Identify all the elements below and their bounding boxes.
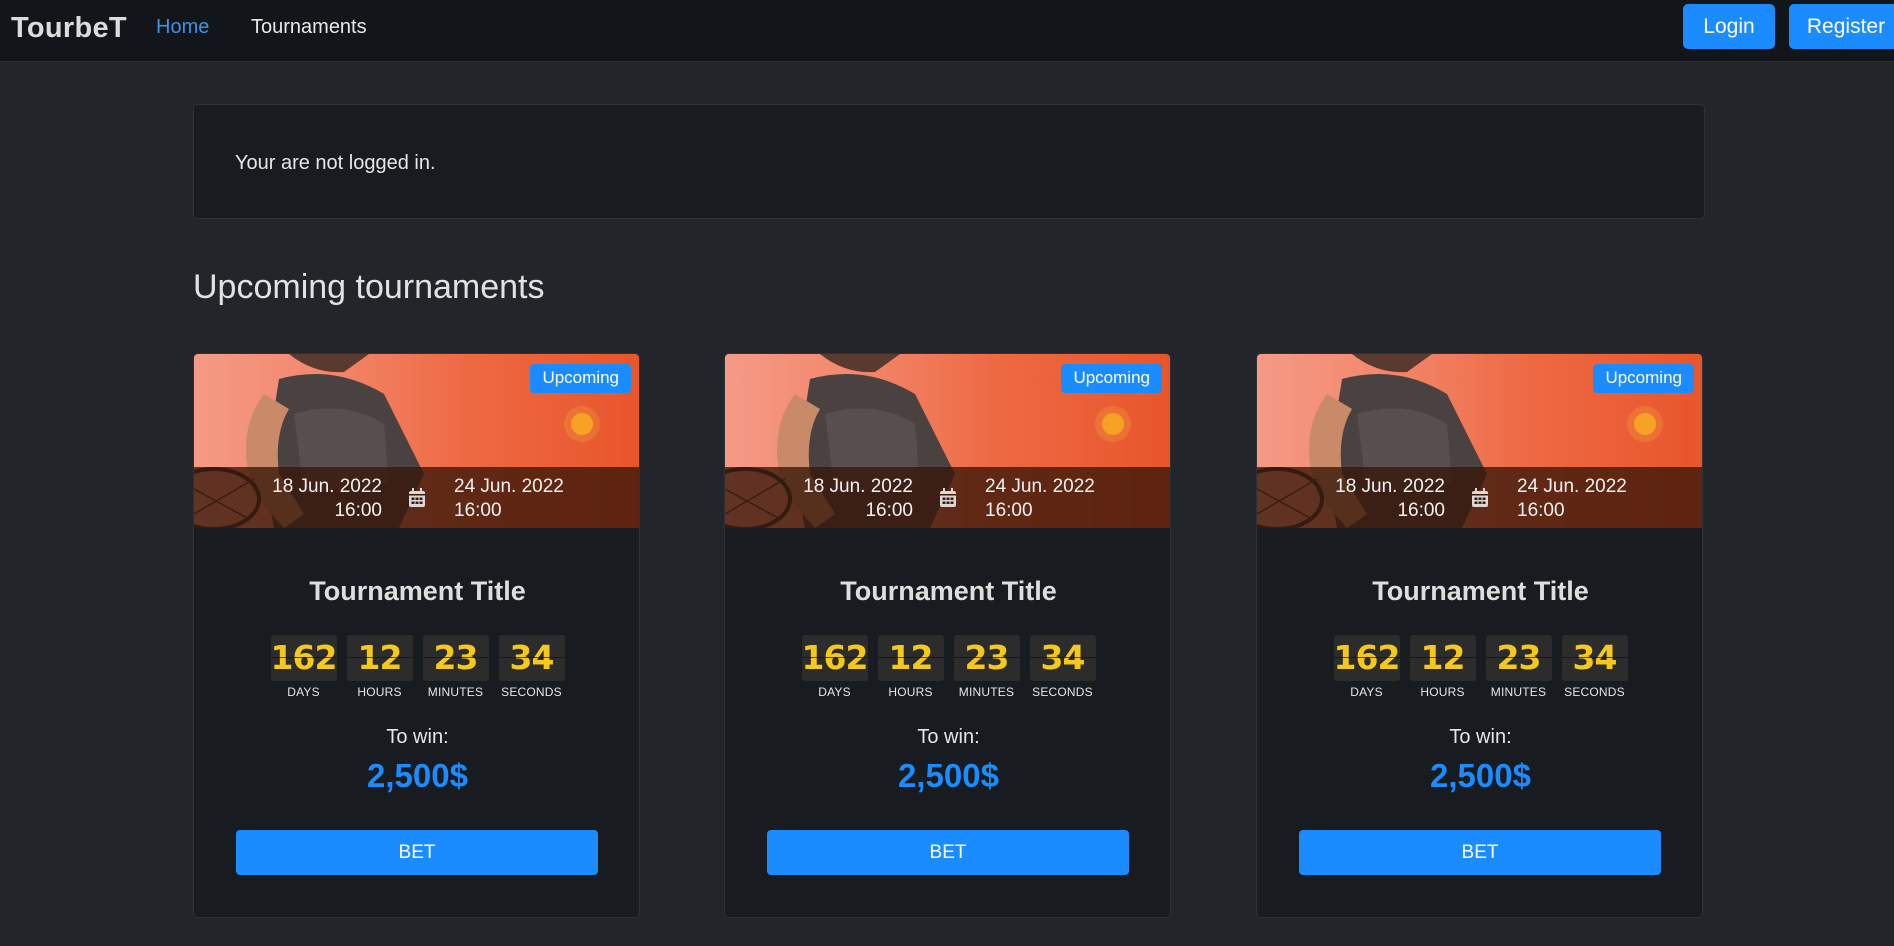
top-navbar: TourbeT Home Tournaments Login Register (0, 0, 1894, 62)
countdown-minutes-value: 23 (953, 635, 1020, 681)
countdown-days: 162 DAYS (270, 635, 337, 699)
end-date: 24 Jun. 2022 16:00 (985, 475, 1095, 523)
bet-button[interactable]: BET (767, 830, 1129, 875)
start-time-value: 16:00 (865, 500, 913, 521)
countdown-seconds: 34 SECONDS (1561, 635, 1628, 699)
start-date: 18 Jun. 2022 16:00 (1335, 475, 1445, 523)
nav-link-tournaments[interactable]: Tournaments (251, 16, 367, 39)
countdown-days: 162 DAYS (801, 635, 868, 699)
tournament-image: Upcoming 18 Jun. 2022 16:00 24 Jun. 2022… (725, 354, 1170, 528)
countdown-seconds-value: 34 (1561, 635, 1628, 681)
countdown-hours-label: HOURS (1420, 685, 1465, 699)
countdown-days-value: 162 (270, 635, 337, 681)
countdown-timer: 162 DAYS 12 HOURS 23 MINUTES 34 SECONDS (1257, 635, 1702, 699)
register-button[interactable]: Register (1789, 4, 1894, 49)
countdown-days-label: DAYS (1350, 685, 1383, 699)
start-date: 18 Jun. 2022 16:00 (272, 475, 382, 523)
to-win-label: To win: (386, 726, 449, 748)
tournament-card-2: Upcoming 18 Jun. 2022 16:00 24 Jun. 2022… (724, 353, 1171, 918)
countdown-days-value: 162 (1333, 635, 1400, 681)
tournament-card-1: Upcoming 18 Jun. 2022 16:00 24 Jun. 2022… (193, 353, 640, 918)
countdown-seconds: 34 SECONDS (1029, 635, 1096, 699)
alert-message: Your are not logged in. (235, 152, 436, 174)
countdown-days-label: DAYS (287, 685, 320, 699)
countdown-hours-value: 12 (1409, 635, 1476, 681)
bet-button[interactable]: BET (236, 830, 598, 875)
to-win-label: To win: (1449, 726, 1512, 748)
countdown-timer: 162 DAYS 12 HOURS 23 MINUTES 34 SECONDS (725, 635, 1170, 699)
countdown-seconds-label: SECONDS (1032, 685, 1093, 699)
countdown-seconds-label: SECONDS (1564, 685, 1625, 699)
end-date: 24 Jun. 2022 16:00 (1517, 475, 1627, 523)
countdown-hours-value: 12 (346, 635, 413, 681)
tournament-image: Upcoming 18 Jun. 2022 16:00 24 Jun. 2022… (194, 354, 639, 528)
login-button[interactable]: Login (1683, 4, 1775, 49)
start-time-value: 16:00 (334, 500, 382, 521)
countdown-timer: 162 DAYS 12 HOURS 23 MINUTES 34 SECONDS (194, 635, 639, 699)
countdown-minutes-label: MINUTES (958, 685, 1015, 699)
login-alert: Your are not logged in. (193, 104, 1705, 219)
nav-link-home[interactable]: Home (156, 16, 209, 39)
countdown-minutes: 23 MINUTES (1485, 635, 1552, 699)
countdown-minutes-value: 23 (422, 635, 489, 681)
end-date: 24 Jun. 2022 16:00 (454, 475, 564, 523)
status-badge: Upcoming (1061, 364, 1162, 393)
countdown-seconds-label: SECONDS (501, 685, 562, 699)
date-bar: 18 Jun. 2022 16:00 24 Jun. 2022 16:00 (194, 467, 639, 528)
end-time-value: 16:00 (1517, 500, 1565, 521)
countdown-days-label: DAYS (818, 685, 851, 699)
prize-amount: 2,500$ (1430, 757, 1531, 794)
bet-button[interactable]: BET (1299, 830, 1661, 875)
tournament-title: Tournament Title (309, 576, 526, 606)
tournament-title: Tournament Title (1372, 576, 1589, 606)
start-date-value: 18 Jun. 2022 (1335, 476, 1445, 497)
tournament-title: Tournament Title (840, 576, 1057, 606)
start-date-value: 18 Jun. 2022 (272, 476, 382, 497)
countdown-hours: 12 HOURS (877, 635, 944, 699)
tournament-image: Upcoming 18 Jun. 2022 16:00 24 Jun. 2022… (1257, 354, 1702, 528)
countdown-hours-label: HOURS (357, 685, 402, 699)
prize-amount: 2,500$ (367, 757, 468, 794)
countdown-hours: 12 HOURS (346, 635, 413, 699)
start-time-value: 16:00 (1397, 500, 1445, 521)
date-bar: 18 Jun. 2022 16:00 24 Jun. 2022 16:00 (1257, 467, 1702, 528)
status-badge: Upcoming (530, 364, 631, 393)
end-date-value: 24 Jun. 2022 (985, 476, 1095, 497)
countdown-days: 162 DAYS (1333, 635, 1400, 699)
end-time-value: 16:00 (985, 500, 1033, 521)
date-bar: 18 Jun. 2022 16:00 24 Jun. 2022 16:00 (725, 467, 1170, 528)
end-time-value: 16:00 (454, 500, 502, 521)
countdown-minutes: 23 MINUTES (422, 635, 489, 699)
countdown-minutes-label: MINUTES (427, 685, 484, 699)
end-date-value: 24 Jun. 2022 (454, 476, 564, 497)
countdown-minutes-value: 23 (1485, 635, 1552, 681)
countdown-hours-label: HOURS (888, 685, 933, 699)
countdown-hours: 12 HOURS (1409, 635, 1476, 699)
countdown-seconds: 34 SECONDS (498, 635, 565, 699)
countdown-minutes-label: MINUTES (1490, 685, 1547, 699)
status-badge: Upcoming (1593, 364, 1694, 393)
prize-amount: 2,500$ (898, 757, 999, 794)
start-date-value: 18 Jun. 2022 (803, 476, 913, 497)
start-date: 18 Jun. 2022 16:00 (803, 475, 913, 523)
tournament-card-3: Upcoming 18 Jun. 2022 16:00 24 Jun. 2022… (1256, 353, 1703, 918)
brand-logo[interactable]: TourbeT (11, 12, 127, 45)
section-title: Upcoming tournaments (193, 268, 545, 306)
countdown-seconds-value: 34 (1029, 635, 1096, 681)
countdown-days-value: 162 (801, 635, 868, 681)
countdown-hours-value: 12 (877, 635, 944, 681)
to-win-label: To win: (917, 726, 980, 748)
countdown-minutes: 23 MINUTES (953, 635, 1020, 699)
countdown-seconds-value: 34 (498, 635, 565, 681)
end-date-value: 24 Jun. 2022 (1517, 476, 1627, 497)
